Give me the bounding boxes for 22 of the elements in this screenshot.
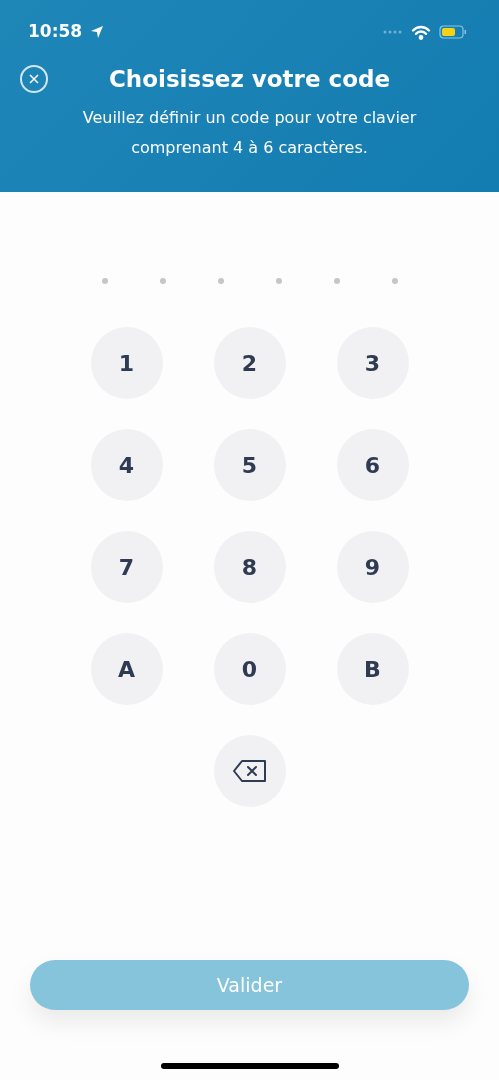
location-arrow-icon xyxy=(90,25,105,39)
close-button[interactable] xyxy=(20,65,48,94)
page-title: Choisissez votre code xyxy=(108,65,391,94)
status-time: 10:58 xyxy=(28,20,83,44)
keypad-key[interactable]: 3 xyxy=(336,327,409,399)
close-icon xyxy=(29,74,39,85)
keypad-key[interactable]: 0 xyxy=(213,633,286,705)
keypad-key[interactable]: 7 xyxy=(90,531,163,603)
keypad-key[interactable]: B xyxy=(336,633,409,705)
wifi-icon xyxy=(411,24,431,40)
keypad-key[interactable]: 8 xyxy=(213,531,286,603)
keypad-key[interactable]: 6 xyxy=(336,429,409,501)
page-subtitle: Veuillez définir un code pour votre clavier comprenant 4 à 6 caractères. xyxy=(81,106,418,159)
keypad-key[interactable]: 2 xyxy=(213,327,286,399)
backspace-icon xyxy=(231,759,268,783)
keypad-key[interactable]: 9 xyxy=(336,531,409,603)
keypad-key[interactable]: 4 xyxy=(90,429,163,501)
battery-icon xyxy=(439,25,467,39)
keypad-key[interactable]: A xyxy=(90,633,163,705)
signal-icon xyxy=(383,30,403,34)
keypad-key[interactable]: 1 xyxy=(90,327,163,399)
keypad-key[interactable]: 5 xyxy=(213,429,286,501)
